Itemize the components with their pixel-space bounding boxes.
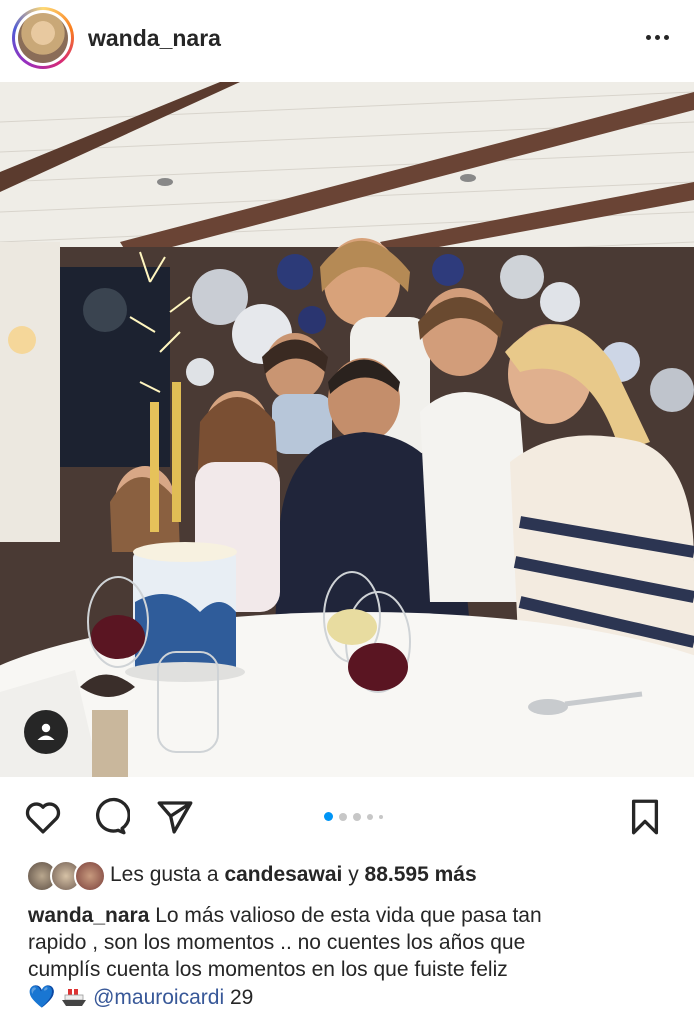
carousel-dot-active	[324, 812, 333, 821]
likes-conj: y	[348, 863, 359, 886]
bookmark-icon[interactable]	[624, 796, 666, 838]
caption-line-1: Lo más valioso de esta vida que pasa tan	[155, 904, 542, 927]
ship-icon	[61, 986, 87, 1008]
heart-icon[interactable]	[22, 796, 64, 838]
caption-line-2: rapido , son los momentos .. no cuentes …	[28, 931, 526, 954]
post-caption: wanda_nara Lo más valioso de esta vida q…	[28, 902, 678, 1011]
post-photo[interactable]	[0, 82, 694, 777]
user-tag-icon[interactable]	[24, 710, 68, 754]
likes-row[interactable]: Les gusta a candesawai y 88.595 más	[26, 858, 686, 892]
blue-heart-emoji: 💙	[28, 984, 56, 1009]
liker-avatar	[74, 860, 106, 892]
carousel-dot	[339, 812, 347, 821]
comment-icon[interactable]	[88, 796, 131, 838]
liker-avatars	[26, 858, 106, 892]
username-link[interactable]: wanda_nara	[88, 25, 221, 52]
likes-count[interactable]: 88.595 más	[365, 863, 477, 886]
post-header: wanda_nara	[0, 0, 694, 82]
send-icon[interactable]	[154, 796, 196, 838]
carousel-dot	[367, 813, 373, 820]
profile-avatar[interactable]	[12, 7, 74, 69]
carousel-dot	[379, 814, 383, 819]
caption-number: 29	[229, 986, 254, 1009]
likes-summary: Les gusta a candesawai y 88.595 más	[110, 863, 477, 887]
likes-prefix: Les gusta a	[110, 863, 219, 886]
caption-username[interactable]: wanda_nara	[28, 904, 149, 927]
photo-illustration	[0, 82, 694, 777]
avatar-image	[18, 13, 68, 63]
mention-link[interactable]: @mauroicardi	[93, 986, 224, 1009]
liker-username[interactable]: candesawai	[224, 863, 342, 886]
carousel-dot	[353, 812, 361, 821]
carousel-indicator	[324, 812, 383, 821]
more-options-icon[interactable]	[643, 27, 671, 47]
caption-line-3: cumplís cuenta los momentos en los que f…	[28, 958, 508, 981]
